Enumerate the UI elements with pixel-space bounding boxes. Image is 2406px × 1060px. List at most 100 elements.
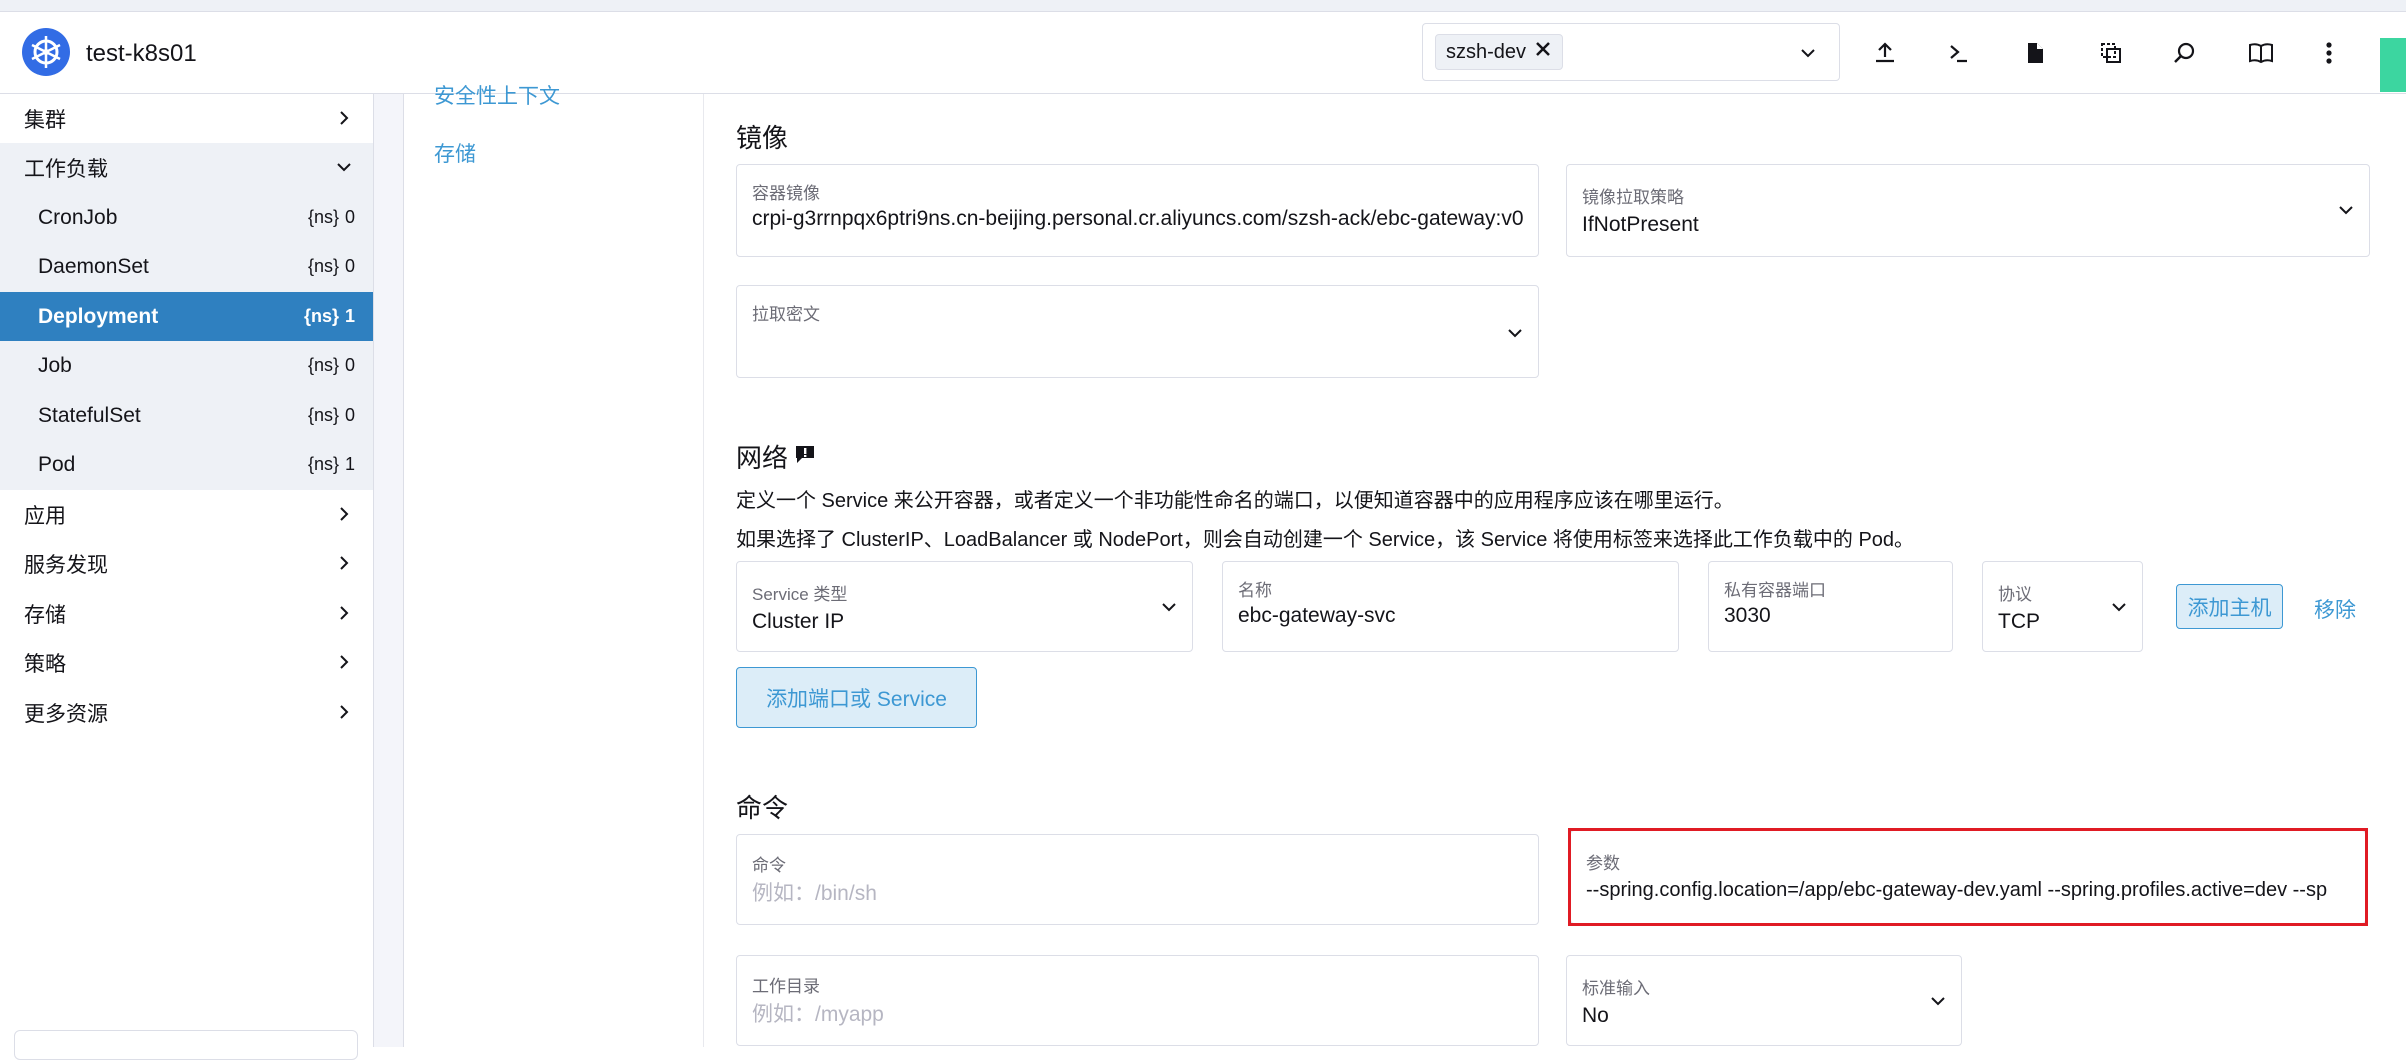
chevron-down-icon [335, 158, 353, 182]
command-input[interactable]: 例如：/bin/sh [752, 877, 877, 907]
chevron-right-icon [335, 604, 353, 628]
chevron-down-icon [1160, 598, 1178, 621]
namespace-tag: szsh-dev [1435, 34, 1564, 70]
top-strip [0, 0, 2406, 12]
sidebar-item-label: Deployment [38, 304, 159, 328]
count-value: 1 [344, 306, 355, 326]
command-section-title: 命令 [736, 793, 789, 823]
port-name-input[interactable]: ebc-gateway-svc [1238, 604, 1664, 628]
chevron-right-icon [335, 109, 353, 133]
count-value: 0 [344, 207, 355, 227]
sidebar-item-daemonset[interactable]: DaemonSet {ns} 0 [0, 242, 373, 291]
chevron-down-icon [1506, 324, 1524, 347]
sidebar-item-label: Pod [38, 452, 76, 476]
image-section-title: 镜像 [736, 123, 789, 153]
pull-secret-select[interactable]: 拉取密文 [736, 285, 1539, 378]
sidebar-group-policy[interactable]: 策略 [0, 638, 373, 687]
field-label: 协议 [1998, 585, 2032, 604]
namespaced-icon: {ns} [307, 405, 339, 425]
sidebar-group-label: 存储 [24, 603, 66, 627]
sidebar-item-deployment[interactable]: Deployment {ns} 1 [0, 292, 373, 341]
namespace-tag-label: szsh-dev [1446, 41, 1527, 63]
terminal-icon[interactable] [1942, 36, 1976, 70]
sidebar: 集群 工作负载 CronJob {ns} 0 DaemonSet {ns} 0 De… [0, 94, 374, 1060]
network-section-title: 网络 [736, 438, 816, 475]
field-label: 私有容器端口 [1724, 581, 1826, 600]
highlight-box [1568, 828, 2368, 926]
sidebar-item-label: Job [38, 353, 72, 377]
chevron-right-icon [335, 554, 353, 578]
namespaced-icon: {ns} [303, 306, 339, 326]
sidebar-group-label: 策略 [24, 652, 66, 676]
chevron-down-icon [1929, 992, 1947, 1015]
service-type-select[interactable]: Service 类型 Cluster IP [736, 561, 1193, 652]
chevron-right-icon [335, 703, 353, 727]
sidebar-group-cluster[interactable]: 集群 [0, 94, 373, 143]
sidebar-group-apps[interactable]: 应用 [0, 490, 373, 539]
sidebar-item-cronjob[interactable]: CronJob {ns} 0 [0, 193, 373, 242]
field-label: Service 类型 [752, 585, 848, 604]
container-image-input[interactable]: crpi-g3rrnpqx6ptri9ns.cn-beijing.persona… [752, 207, 1524, 231]
stdin-value: No [1582, 1004, 1609, 1027]
add-host-button[interactable]: 添加主机 [2176, 584, 2283, 629]
protocol-value: TCP [1998, 610, 2040, 633]
sidebar-group-service-discovery[interactable]: 服务发现 [0, 539, 373, 588]
resource-count: {ns} 0 [308, 207, 355, 228]
tab-storage[interactable]: 存储 [434, 138, 476, 168]
field-label: 名称 [1238, 581, 1272, 600]
sidebar-item-statefulset[interactable]: StatefulSet {ns} 0 [0, 391, 373, 440]
sidebar-item-label: CronJob [38, 205, 118, 229]
workdir-field[interactable]: 工作目录 例如：/myapp [736, 955, 1539, 1046]
more-vertical-icon[interactable] [2312, 36, 2346, 70]
sidebar-item-label: StatefulSet [38, 403, 141, 427]
sidebar-footer-box[interactable] [14, 1030, 358, 1060]
resource-count: {ns} 1 [304, 306, 355, 327]
pull-policy-select[interactable]: 镜像拉取策略 IfNotPresent [1566, 164, 2370, 257]
resource-count: {ns} 0 [308, 355, 355, 376]
sidebar-group-label: 服务发现 [24, 553, 108, 577]
field-label: 标准输入 [1582, 979, 1650, 998]
sidebar-group-label: 应用 [24, 504, 66, 528]
namespace-select[interactable]: szsh-dev [1422, 23, 1840, 81]
container-image-field[interactable]: 容器镜像 crpi-g3rrnpqx6ptri9ns.cn-beijing.pe… [736, 164, 1539, 257]
kubernetes-logo-icon[interactable] [22, 28, 70, 76]
copy-resource-icon[interactable] [2094, 36, 2128, 70]
sidebar-group-label: 工作负载 [24, 157, 108, 181]
sidebar-group-workloads[interactable]: 工作负载 [0, 143, 373, 192]
cluster-name[interactable]: test-k8s01 [86, 40, 197, 68]
workdir-input[interactable]: 例如：/myapp [752, 998, 884, 1028]
command-field[interactable]: 命令 例如：/bin/sh [736, 834, 1539, 925]
remove-port-link[interactable]: 移除 [2314, 594, 2356, 624]
field-label: 镜像拉取策略 [1582, 188, 1684, 207]
top-header: test-k8s01 szsh-dev [0, 12, 2406, 94]
container-port-input[interactable]: 3030 [1724, 604, 1938, 628]
form-tabs-nav: 安全性上下文 存储 [404, 85, 704, 1047]
upload-icon[interactable] [1868, 36, 1902, 70]
sidebar-item-job[interactable]: Job {ns} 0 [0, 341, 373, 390]
info-icon[interactable] [794, 441, 816, 472]
namespaced-icon: {ns} [307, 454, 339, 474]
sidebar-group-more-resources[interactable]: 更多资源 [0, 688, 373, 737]
field-label: 容器镜像 [752, 184, 820, 203]
resource-count: {ns} 0 [308, 405, 355, 426]
sidebar-item-pod[interactable]: Pod {ns} 1 [0, 440, 373, 489]
count-value: 0 [344, 256, 355, 276]
close-icon[interactable] [1534, 35, 1552, 69]
namespaced-icon: {ns} [307, 355, 339, 375]
add-port-button[interactable]: 添加端口或 Service [736, 667, 977, 728]
extension-logo-icon[interactable] [2380, 38, 2406, 92]
field-label: 拉取密文 [752, 305, 820, 324]
container-port-field[interactable]: 私有容器端口 3030 [1708, 561, 1953, 652]
stdin-select[interactable]: 标准输入 No [1566, 955, 1962, 1046]
book-icon[interactable] [2244, 36, 2278, 70]
tab-security-context[interactable]: 安全性上下文 [434, 80, 560, 110]
pull-policy-value: IfNotPresent [1582, 213, 1699, 236]
chevron-down-icon[interactable] [1799, 44, 1817, 67]
search-icon[interactable] [2168, 36, 2202, 70]
sidebar-group-label: 集群 [24, 108, 66, 132]
file-icon[interactable] [2018, 36, 2052, 70]
port-name-field[interactable]: 名称 ebc-gateway-svc [1222, 561, 1679, 652]
sidebar-group-storage[interactable]: 存储 [0, 589, 373, 638]
chevron-down-icon [2337, 201, 2355, 224]
protocol-select[interactable]: 协议 TCP [1982, 561, 2143, 652]
